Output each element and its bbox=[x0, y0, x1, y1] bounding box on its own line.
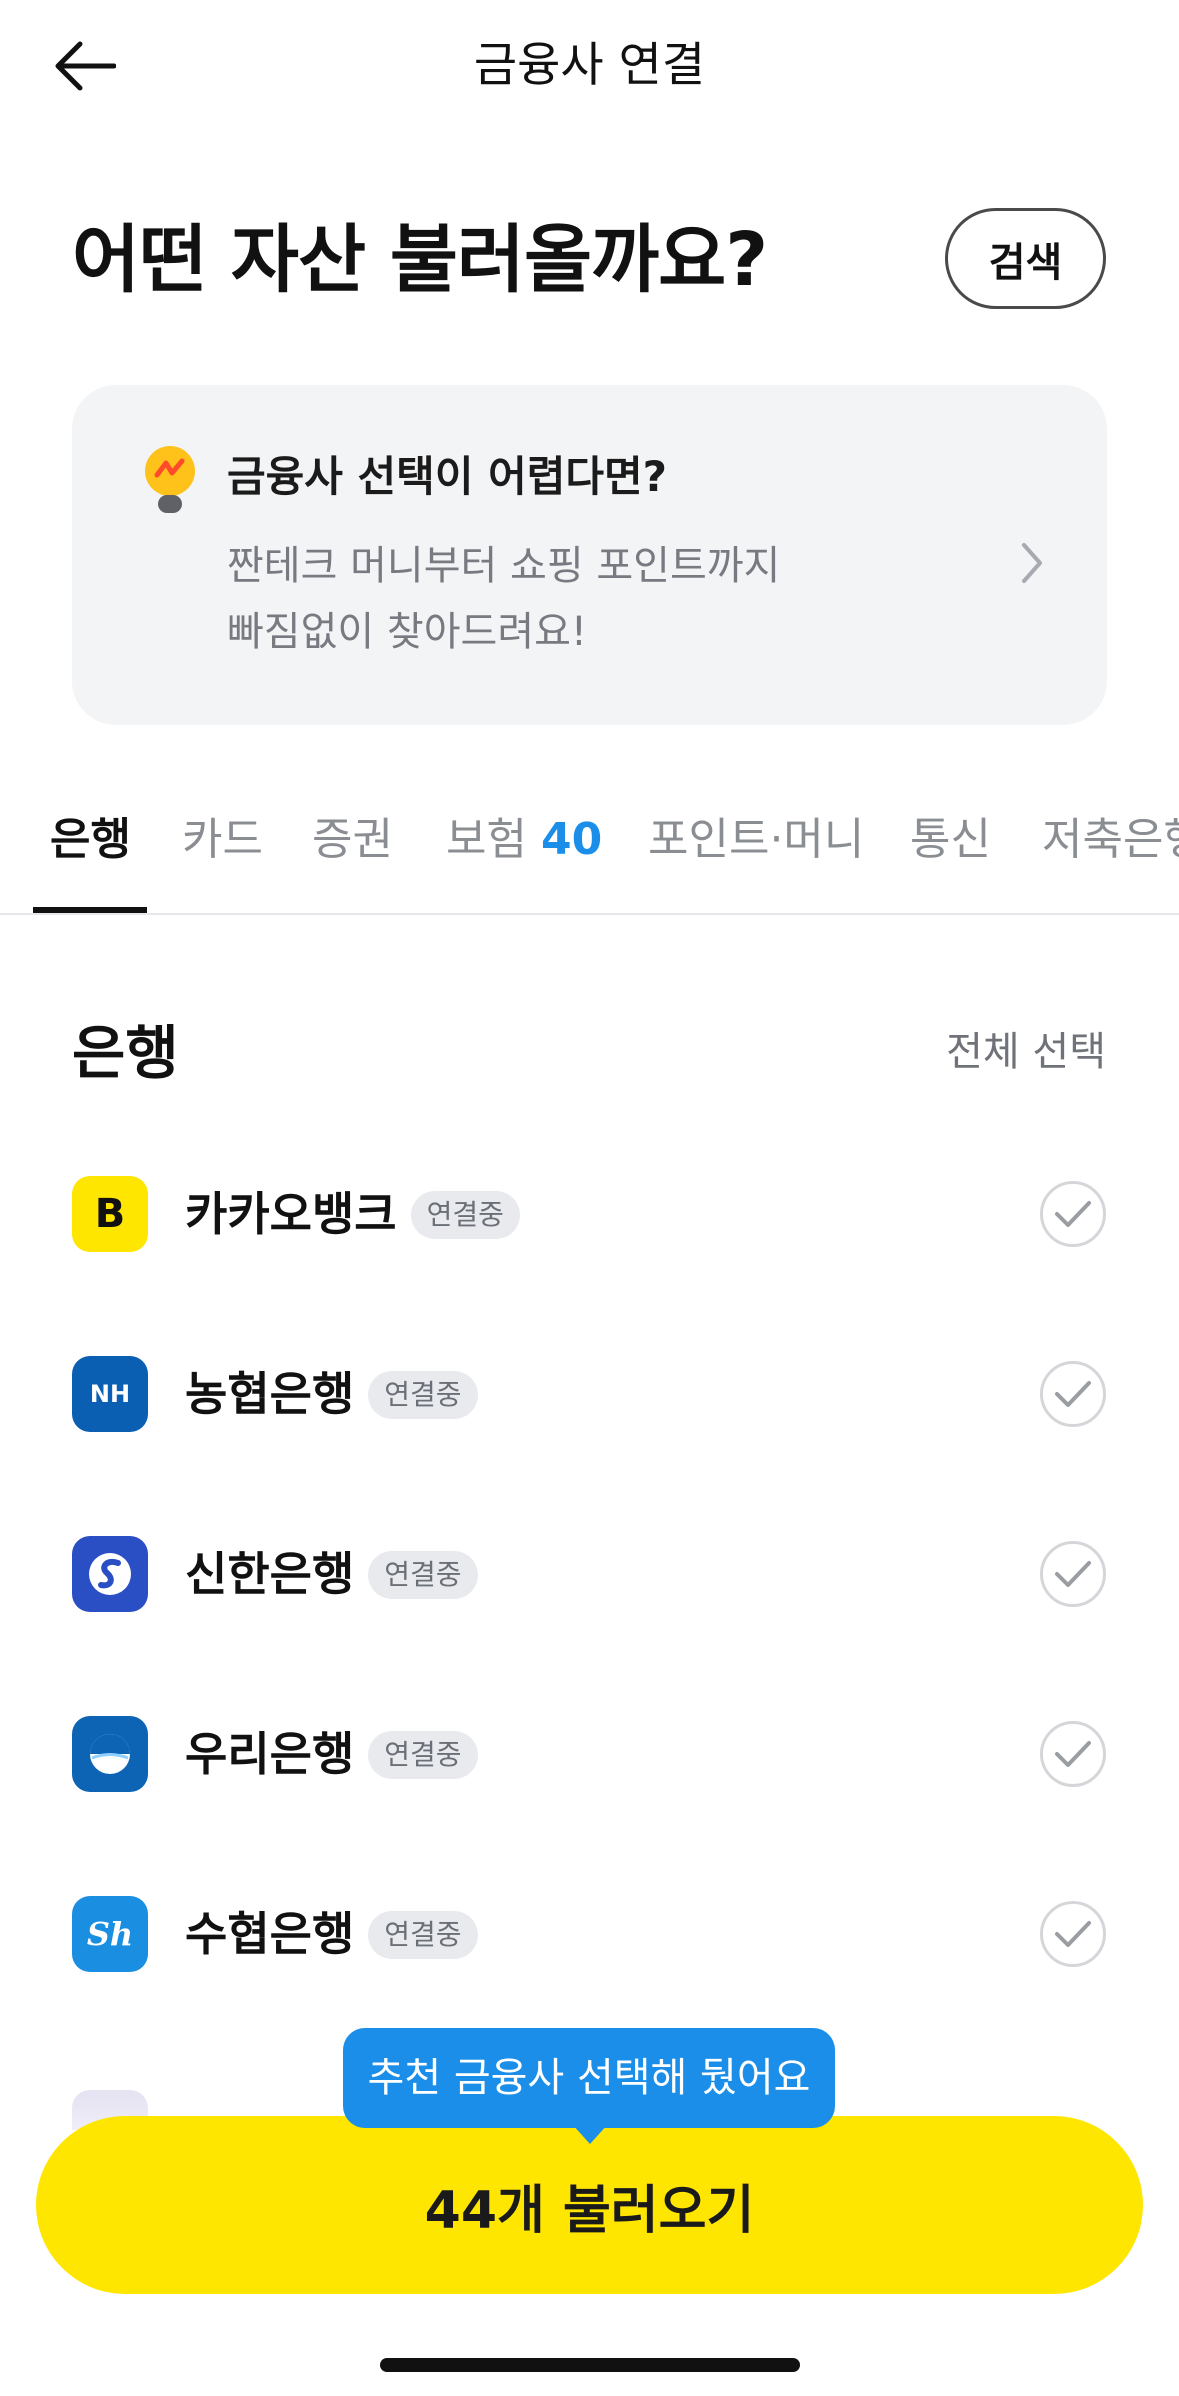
tab-count-badge: 40 bbox=[540, 814, 603, 865]
lightbulb-icon bbox=[145, 446, 195, 513]
tooltip-tail bbox=[572, 2124, 608, 2144]
bank-name-text: 수협은행 bbox=[185, 1907, 355, 1961]
tip-description: 짠테크 머니부터 쇼핑 포인트까지 빠짐없이 찾아드려요! bbox=[227, 533, 780, 665]
tab-points-money[interactable]: 포인트·머니 bbox=[648, 810, 864, 870]
home-indicator bbox=[380, 2358, 800, 2372]
list-item-kakaobank[interactable]: B 카카오뱅크 연결중 bbox=[0, 1140, 1179, 1290]
bank-name-text: 카카오뱅크 bbox=[185, 1187, 397, 1241]
category-tabs: 은행 카드 증권 보험 40 포인트·머니 통신 저축은행 bbox=[0, 790, 1179, 915]
chevron-right-icon bbox=[1022, 543, 1042, 583]
tab-securities[interactable]: 증권 bbox=[312, 810, 393, 870]
tip-description-line-1: 짠테크 머니부터 쇼핑 포인트까지 bbox=[227, 543, 781, 589]
logo-letter: B bbox=[94, 1191, 126, 1237]
tab-label: 통신 bbox=[910, 814, 991, 865]
tab-bank[interactable]: 은행 bbox=[50, 810, 131, 870]
tip-title: 금융사 선택이 어렵다면? bbox=[227, 452, 668, 501]
check-icon bbox=[1055, 1561, 1091, 1587]
status-badge: 연결중 bbox=[368, 1371, 478, 1419]
logo-letter: Sh bbox=[86, 1915, 134, 1953]
list-item-suhyup-bank[interactable]: Sh 수협은행 연결중 bbox=[0, 1860, 1179, 2010]
tab-label: 카드 bbox=[182, 814, 263, 865]
checkbox[interactable] bbox=[1040, 1181, 1106, 1247]
tab-label: 저축은행 bbox=[1042, 814, 1179, 865]
status-badge: 연결중 bbox=[368, 1551, 478, 1599]
woori-emblem-icon bbox=[90, 1734, 130, 1774]
section-title: 은행 bbox=[72, 1019, 179, 1087]
bank-name-text: 농협은행 bbox=[185, 1367, 355, 1421]
status-badge: 연결중 bbox=[368, 1911, 478, 1959]
list-item-nh-bank[interactable]: NH 농협은행 연결중 bbox=[0, 1320, 1179, 1470]
bank-name: 우리은행 연결중 bbox=[185, 1721, 478, 1787]
woori-bank-logo-icon bbox=[72, 1716, 148, 1792]
recommendation-tooltip: 추천 금융사 선택해 뒀어요 bbox=[343, 2028, 835, 2128]
select-all-button[interactable]: 전체 선택 bbox=[946, 1022, 1106, 1082]
bank-name-text: 우리은행 bbox=[185, 1727, 355, 1781]
tab-label: 증권 bbox=[312, 814, 393, 865]
tab-telecom[interactable]: 통신 bbox=[910, 810, 991, 870]
tab-card[interactable]: 카드 bbox=[182, 810, 263, 870]
bank-name-text: 신한은행 bbox=[185, 1547, 355, 1601]
suhyup-bank-logo-icon: Sh bbox=[72, 1896, 148, 1972]
checkbox[interactable] bbox=[1040, 1361, 1106, 1427]
nh-bank-logo-icon: NH bbox=[72, 1356, 148, 1432]
shinhan-bank-logo-icon bbox=[72, 1536, 148, 1612]
tab-savings-bank[interactable]: 저축은행 bbox=[1042, 810, 1179, 870]
shinhan-emblem-icon bbox=[89, 1553, 131, 1595]
check-icon bbox=[1055, 1741, 1091, 1767]
bank-name: 카카오뱅크 연결중 bbox=[185, 1181, 520, 1247]
active-tab-indicator bbox=[33, 907, 147, 913]
bank-name: 수협은행 연결중 bbox=[185, 1901, 478, 1967]
bank-name: 신한은행 연결중 bbox=[185, 1541, 478, 1607]
tab-label: 포인트·머니 bbox=[648, 814, 865, 865]
logo-letter: NH bbox=[89, 1380, 131, 1408]
checkbox[interactable] bbox=[1040, 1901, 1106, 1967]
tab-insurance[interactable]: 보험 40 bbox=[446, 810, 602, 870]
checkbox[interactable] bbox=[1040, 1541, 1106, 1607]
kakaobank-logo-icon: B bbox=[72, 1176, 148, 1252]
tip-card[interactable]: 금융사 선택이 어렵다면? 짠테크 머니부터 쇼핑 포인트까지 빠짐없이 찾아드… bbox=[72, 385, 1107, 725]
checkbox[interactable] bbox=[1040, 1721, 1106, 1787]
page-title: 금융사 연결 bbox=[473, 38, 706, 93]
bank-name: 농협은행 연결중 bbox=[185, 1361, 478, 1427]
tip-description-line-2: 빠짐없이 찾아드려요! bbox=[227, 609, 587, 655]
tab-label: 보험 bbox=[446, 814, 527, 865]
list-item-shinhan-bank[interactable]: 신한은행 연결중 bbox=[0, 1500, 1179, 1650]
status-badge: 연결중 bbox=[410, 1191, 520, 1239]
headline: 어떤 자산 불러올까요? bbox=[72, 217, 768, 303]
status-badge: 연결중 bbox=[368, 1731, 478, 1779]
top-bar: 금융사 연결 bbox=[0, 0, 1179, 132]
check-icon bbox=[1055, 1201, 1091, 1227]
list-item-woori-bank[interactable]: 우리은행 연결중 bbox=[0, 1680, 1179, 1830]
tab-label: 은행 bbox=[50, 814, 131, 865]
search-button[interactable]: 검색 bbox=[945, 208, 1106, 309]
check-icon bbox=[1055, 1921, 1091, 1947]
check-icon bbox=[1055, 1381, 1091, 1407]
